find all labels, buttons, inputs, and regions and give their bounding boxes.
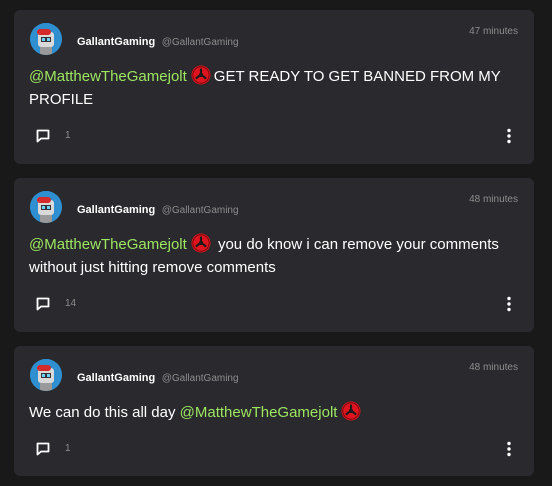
post-actions: 1 [36, 439, 514, 459]
avatar[interactable] [30, 191, 62, 223]
post-time[interactable]: 47 minutes [469, 26, 518, 37]
post-time[interactable]: 48 minutes [469, 194, 518, 205]
post-actions: 1 [36, 126, 514, 146]
comment-bubble-icon[interactable] [36, 297, 50, 311]
comment-count[interactable]: 14 [65, 298, 76, 309]
author-line: GallantGaming @GallantGaming [77, 368, 239, 386]
post-card: GallantGaming @GallantGaming 48 minutes … [14, 346, 534, 476]
more-vertical-icon[interactable] [504, 128, 514, 144]
post-content: @MatthewTheGamejolt you do know i can re… [29, 233, 520, 279]
gamejolt-badge-icon [341, 401, 361, 421]
comment-count[interactable]: 1 [65, 443, 71, 454]
gamejolt-badge-icon [191, 233, 211, 253]
avatar[interactable] [30, 23, 62, 55]
post-card: GallantGaming @GallantGaming 48 minutes … [14, 178, 534, 332]
post-card: GallantGaming @GallantGaming 47 minutes … [14, 10, 534, 164]
username-handle[interactable]: @GallantGaming [162, 373, 239, 384]
user-mention[interactable]: @MatthewTheGamejolt [180, 404, 338, 421]
post-content: We can do this all day @MatthewTheGamejo… [29, 401, 520, 424]
display-name[interactable]: GallantGaming [77, 204, 155, 216]
user-mention[interactable]: @MatthewTheGamejolt [29, 68, 187, 85]
display-name[interactable]: GallantGaming [77, 36, 155, 48]
username-handle[interactable]: @GallantGaming [162, 205, 239, 216]
more-vertical-icon[interactable] [504, 296, 514, 312]
robot-avatar-icon [30, 191, 62, 223]
author-line: GallantGaming @GallantGaming [77, 32, 239, 50]
post-actions: 14 [36, 294, 514, 314]
author-line: GallantGaming @GallantGaming [77, 200, 239, 218]
post-content: @MatthewTheGamejolt GET READY TO GET BANN… [29, 65, 520, 111]
user-mention[interactable]: @MatthewTheGamejolt [29, 236, 187, 253]
post-text: We can do this all day [29, 404, 176, 421]
gamejolt-badge-icon [191, 65, 211, 85]
comment-bubble-icon[interactable] [36, 442, 50, 456]
username-handle[interactable]: @GallantGaming [162, 37, 239, 48]
more-vertical-icon[interactable] [504, 441, 514, 457]
comment-bubble-icon[interactable] [36, 129, 50, 143]
display-name[interactable]: GallantGaming [77, 372, 155, 384]
avatar[interactable] [30, 359, 62, 391]
robot-avatar-icon [30, 359, 62, 391]
robot-avatar-icon [30, 23, 62, 55]
post-time[interactable]: 48 minutes [469, 362, 518, 373]
comment-count[interactable]: 1 [65, 130, 71, 141]
